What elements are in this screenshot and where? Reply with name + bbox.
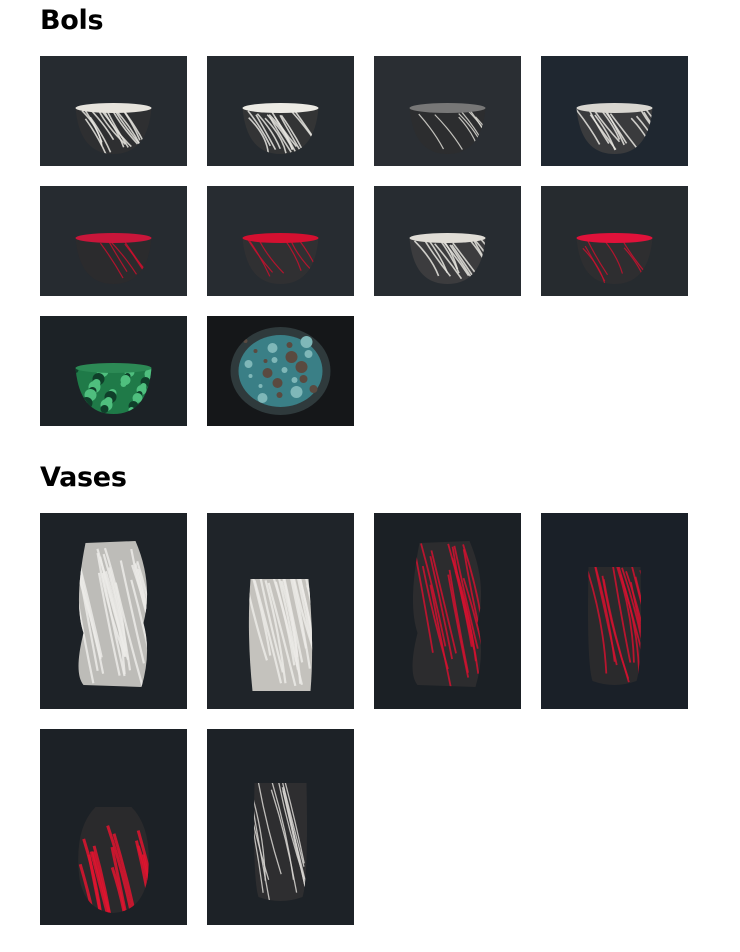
bowl-photo[interactable]	[207, 56, 354, 166]
bowl-photo[interactable]	[40, 316, 187, 426]
vase-photo[interactable]	[40, 513, 187, 709]
section-title-vases: Vases	[40, 462, 127, 493]
vase-photo[interactable]	[541, 513, 688, 709]
product-image	[40, 316, 187, 426]
product-image	[40, 729, 187, 925]
product-image	[374, 186, 521, 296]
product-image	[374, 56, 521, 166]
product-image	[207, 186, 354, 296]
product-image	[40, 513, 187, 709]
bowl-photo[interactable]	[374, 186, 521, 296]
bowl-photo[interactable]	[541, 56, 688, 166]
vase-photo[interactable]	[207, 729, 354, 925]
product-image	[541, 186, 688, 296]
vases-gallery	[40, 513, 688, 925]
product-image	[374, 513, 521, 709]
vase-photo[interactable]	[207, 513, 354, 709]
bowl-photo[interactable]	[40, 56, 187, 166]
product-image	[541, 56, 688, 166]
bowl-photo[interactable]	[207, 316, 354, 426]
product-image	[207, 513, 354, 709]
bowl-photo[interactable]	[541, 186, 688, 296]
section-title-bowls: Bols	[40, 5, 104, 36]
vase-photo[interactable]	[40, 729, 187, 925]
bowl-photo[interactable]	[374, 56, 521, 166]
product-image	[207, 729, 354, 925]
bowls-gallery	[40, 56, 688, 428]
vase-photo[interactable]	[374, 513, 521, 709]
product-image	[40, 56, 187, 166]
bowl-photo[interactable]	[40, 186, 187, 296]
product-image	[207, 316, 354, 426]
product-image	[541, 513, 688, 709]
product-image	[207, 56, 354, 166]
bowl-photo[interactable]	[207, 186, 354, 296]
product-image	[40, 186, 187, 296]
